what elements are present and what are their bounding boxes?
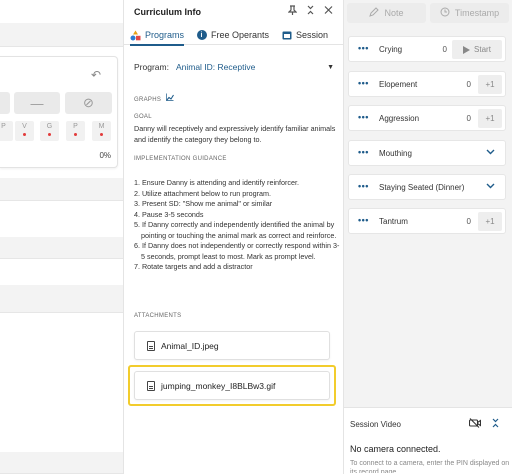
block-button[interactable]: ⊘: [65, 92, 112, 114]
behavior-row: ••• Crying 0 Start: [348, 36, 506, 62]
red-dot-icon: [23, 133, 26, 136]
tab-session[interactable]: Session: [281, 25, 328, 45]
prompt-level-button[interactable]: P: [66, 121, 85, 141]
attachment-item[interactable]: Animal_ID.jpeg: [134, 331, 330, 360]
shapes-icon: [130, 30, 141, 41]
more-options-icon[interactable]: •••: [358, 43, 369, 53]
tab-programs[interactable]: Programs: [130, 25, 185, 46]
behavior-row: ••• Tantrum 0 +1: [348, 208, 506, 234]
collapse-icon[interactable]: [306, 5, 315, 18]
implementation-guidance-label: IMPLEMENTATION GUIDANCE: [134, 156, 227, 162]
prompt-level-button[interactable]: V: [15, 121, 34, 141]
behavior-row[interactable]: ••• Mouthing: [348, 140, 506, 166]
undo-icon[interactable]: ↶: [91, 68, 101, 82]
program-value: Animal ID: Receptive: [175, 62, 256, 72]
more-options-icon[interactable]: •••: [358, 215, 369, 225]
step-item: 4. Pause 3-5 seconds: [134, 209, 204, 219]
left-header-band: [0, 23, 123, 47]
partial-button[interactable]: [0, 92, 10, 114]
more-options-icon[interactable]: •••: [358, 112, 369, 122]
more-options-icon[interactable]: •••: [358, 78, 369, 88]
attachment-item[interactable]: jumping_monkey_I8BLBw3.gif: [134, 371, 330, 400]
left-band: [0, 237, 123, 259]
collapse-icon[interactable]: [491, 418, 500, 430]
clock-icon: [440, 7, 450, 19]
pin-icon[interactable]: [287, 5, 298, 18]
red-dot-icon: [100, 133, 103, 136]
red-dot-icon: [74, 133, 77, 136]
camera-hint: To connect to a camera, enter the PIN di…: [350, 460, 510, 473]
step-item: 1. Ensure Danny is attending and identif…: [134, 178, 300, 187]
prompt-card: ↶ — ⊘ P V G P M 0%: [0, 56, 118, 168]
chevron-down-icon[interactable]: [486, 147, 495, 160]
left-band: [0, 452, 123, 474]
curriculum-info-panel: Curriculum Info Programs i Free Operants…: [123, 0, 345, 474]
session-video-panel: Session Video No camera connected. To co…: [344, 407, 512, 474]
close-icon[interactable]: [324, 5, 333, 18]
graphs-section: GRAPHS: [134, 93, 175, 103]
left-pane: ↶ — ⊘ P V G P M 0%: [0, 0, 123, 474]
more-options-icon[interactable]: •••: [358, 181, 369, 191]
goal-text: Danny will receptively and expressively …: [134, 124, 336, 144]
increment-button[interactable]: +1: [478, 75, 502, 94]
attachments-label: ATTACHMENTS: [134, 313, 182, 319]
percent-value: 0%: [99, 151, 111, 160]
step-item: 2. Utilize attachment below to run progr…: [134, 188, 272, 198]
play-icon: [463, 45, 471, 54]
tab-bar: Programs i Free Operants Session: [124, 25, 345, 46]
camera-status: No camera connected.: [350, 444, 441, 454]
timestamp-button[interactable]: Timestamp: [430, 3, 509, 23]
behavior-row: ••• Elopement 0 +1: [348, 71, 506, 97]
red-dot-icon: [48, 133, 51, 136]
file-icon: [147, 340, 155, 351]
prompt-level-button[interactable]: G: [40, 121, 59, 141]
step-item: 7. Rotate targets and add a distractor: [134, 262, 253, 271]
tab-free-operants[interactable]: i Free Operants: [196, 25, 269, 45]
panel-header-icons: [287, 5, 333, 18]
minus-button[interactable]: —: [14, 92, 60, 114]
step-item: 3. Present SD: "Show me animal" or simil…: [134, 199, 273, 208]
behavior-row[interactable]: ••• Staying Seated (Dinner): [348, 174, 506, 200]
prompt-level-button[interactable]: M: [92, 121, 111, 141]
behavior-row: ••• Aggression 0 +1: [348, 105, 506, 131]
goal-label: GOAL: [134, 114, 152, 120]
step-item: 6. If Danny does not independently or co…: [134, 241, 340, 261]
behaviors-panel: Note Timestamp ••• Crying 0 Start ••• El…: [344, 0, 512, 474]
camera-off-icon[interactable]: [468, 418, 482, 430]
left-band: [0, 178, 123, 201]
panel-title: Curriculum Info: [134, 7, 201, 17]
start-button[interactable]: Start: [452, 40, 502, 59]
calendar-icon: [281, 30, 292, 41]
chevron-down-icon[interactable]: [486, 181, 495, 194]
graph-icon[interactable]: [166, 93, 175, 103]
info-icon: i: [196, 30, 207, 41]
step-item: 5. If Danny correctly and independently …: [134, 220, 337, 240]
program-select[interactable]: Program: Animal ID: Receptive ▼: [134, 62, 334, 72]
more-options-icon[interactable]: •••: [358, 147, 369, 157]
pencil-icon: [369, 7, 380, 19]
caret-down-icon: ▼: [327, 63, 334, 71]
increment-button[interactable]: +1: [478, 212, 502, 231]
increment-button[interactable]: +1: [478, 109, 502, 128]
implementation-steps: 1. Ensure Danny is attending and identif…: [134, 178, 342, 273]
session-video-title: Session Video: [350, 420, 401, 429]
file-icon: [147, 380, 155, 391]
left-band: [0, 285, 123, 313]
note-button[interactable]: Note: [347, 3, 426, 23]
prompt-level-button[interactable]: P: [0, 121, 13, 141]
